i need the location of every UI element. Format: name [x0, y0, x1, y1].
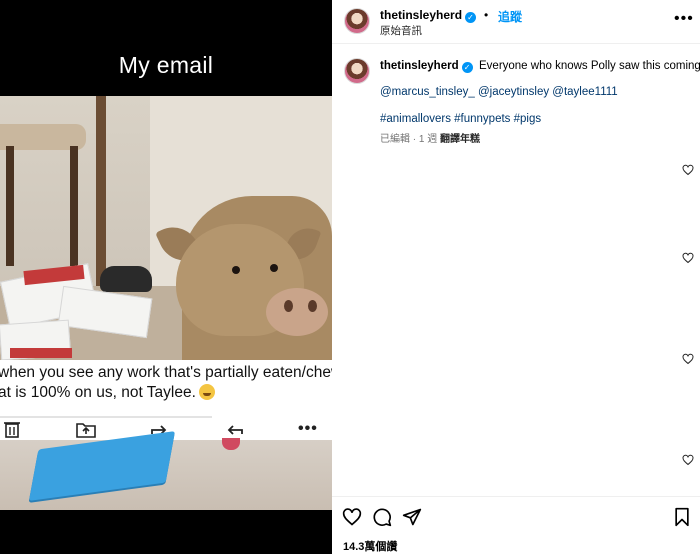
- more-icon: •••: [298, 420, 318, 437]
- bookmark-icon[interactable]: [672, 507, 692, 527]
- more-options-button[interactable]: •••: [674, 10, 694, 28]
- meme-caption-line-1: when you see any work that's partially e…: [0, 364, 332, 381]
- heart-icon[interactable]: [342, 507, 362, 527]
- door-frame: [96, 96, 106, 286]
- comment-like-heart-icon[interactable]: [682, 164, 694, 176]
- post-header: thetinsleyherd ✓ • 追蹤 原始音訊 •••: [332, 0, 700, 44]
- caption-avatar[interactable]: [344, 58, 370, 84]
- pig-photo: [0, 96, 332, 360]
- pig-eye: [270, 264, 278, 272]
- separator-dot: •: [484, 8, 489, 22]
- comment-icon[interactable]: [372, 507, 392, 527]
- hashtag-link[interactable]: #pigs: [514, 113, 542, 125]
- edited-timestamp: 已編輯 · 1 週: [380, 134, 438, 145]
- post-media[interactable]: My email when you see any work that's pa…: [0, 0, 332, 554]
- meme-title: My email: [118, 52, 214, 78]
- header-username[interactable]: thetinsleyherd ✓: [380, 8, 477, 23]
- mention-link[interactable]: @jaceytinsley: [478, 86, 549, 98]
- caption-username[interactable]: thetinsleyherd: [380, 60, 459, 72]
- stool-leg: [6, 146, 14, 266]
- see-translation-link[interactable]: 翻譯年糕: [440, 130, 480, 145]
- likes-count[interactable]: 14.3萬個讚: [343, 538, 397, 554]
- verified-badge-icon: ✓: [465, 12, 477, 23]
- original-audio-link[interactable]: 原始音訊: [380, 23, 422, 38]
- share-icon[interactable]: [402, 507, 422, 527]
- hashtags-line: #animallovers #funnypets #pigs: [380, 113, 541, 125]
- verified-badge-icon: ✓: [461, 62, 473, 73]
- pig-snout: [266, 288, 328, 336]
- mention-link[interactable]: @taylee1111: [552, 86, 617, 98]
- comment-like-heart-icon[interactable]: [682, 353, 694, 365]
- pig-nostril: [308, 300, 317, 312]
- pig-eye: [232, 266, 240, 274]
- move-to-folder-icon: [76, 420, 96, 438]
- meme-caption-line-2: at is 100% on us, not Taylee.: [0, 384, 215, 402]
- reply-icon: [224, 420, 244, 438]
- hashtag-link[interactable]: #funnypets: [454, 113, 510, 125]
- hashtag-link[interactable]: #animallovers: [380, 113, 451, 125]
- mentions-line: @marcus_tinsley_ @jaceytinsley @taylee11…: [380, 86, 618, 98]
- stool-leg: [70, 146, 78, 266]
- red-folder: [10, 348, 72, 358]
- username-text[interactable]: thetinsleyherd: [380, 8, 462, 22]
- pig-nostril: [284, 300, 293, 312]
- meme-caption: when you see any work that's partially e…: [0, 360, 332, 418]
- follow-button[interactable]: 追蹤: [498, 8, 522, 25]
- caption-body: Everyone who knows Polly saw this coming…: [479, 60, 700, 72]
- avatar[interactable]: [344, 8, 370, 34]
- trash-icon: [4, 420, 20, 438]
- comment-like-heart-icon[interactable]: [682, 454, 694, 466]
- mention-link[interactable]: @marcus_tinsley_: [380, 86, 475, 98]
- post-caption: thetinsleyherd ✓ Everyone who knows Polly…: [380, 59, 700, 73]
- grimace-emoji-icon: [198, 384, 215, 400]
- meme-caption-text: at is 100% on us, not Taylee.: [0, 384, 196, 401]
- post-details-panel: thetinsleyherd ✓ • 追蹤 原始音訊 ••• thetinsley…: [332, 0, 700, 554]
- comment-like-heart-icon[interactable]: [682, 252, 694, 264]
- vacuum: [100, 266, 152, 292]
